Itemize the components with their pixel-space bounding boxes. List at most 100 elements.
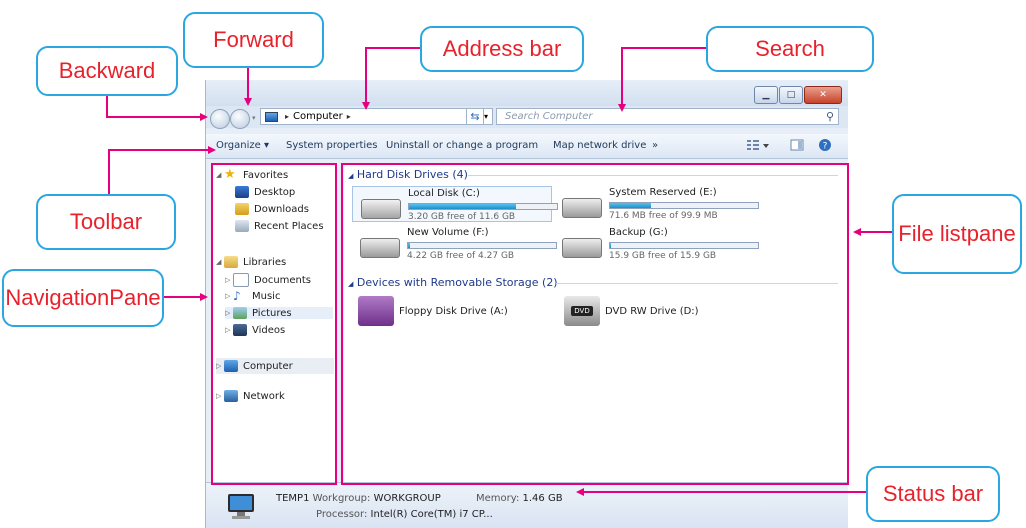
- nav-item-desktop[interactable]: Desktop: [235, 186, 295, 198]
- toolbar-arrow: [108, 146, 216, 194]
- hard-drive-icon: [562, 238, 602, 258]
- drive-usage-fill: [408, 243, 410, 248]
- minimize-icon[interactable]: ▁: [754, 86, 778, 104]
- organize-button[interactable]: Organize ▾: [216, 140, 269, 151]
- drive-usage-bar: [408, 203, 558, 210]
- toolbar: Organize ▾ System properties Uninstall o…: [206, 134, 848, 159]
- nav-item-recent-places[interactable]: Recent Places: [235, 220, 324, 232]
- nav-item-libraries[interactable]: ◢ Libraries: [216, 256, 286, 268]
- address-bar[interactable]: ▸ Computer ▸ ▾: [260, 108, 493, 125]
- navigation-pane: ◢ ★ Favorites Desktop Downloads Recent P…: [213, 164, 336, 482]
- group-header-hard-disks[interactable]: ◢ Hard Disk Drives (4): [348, 168, 468, 181]
- group-divider: [556, 283, 838, 284]
- drive-usage-bar: [609, 242, 759, 249]
- group-divider: [468, 175, 838, 176]
- nav-item-documents[interactable]: ▷ Documents: [225, 273, 311, 287]
- dvd-drive-icon: DVD: [564, 296, 600, 326]
- recent-pages-dropdown-icon[interactable]: ▾: [252, 114, 256, 122]
- forward-button[interactable]: [230, 109, 250, 129]
- downloads-icon: [235, 203, 249, 215]
- group-header-removable[interactable]: ◢ Devices with Removable Storage (2): [348, 276, 558, 289]
- callout-address-bar: Address bar: [420, 26, 584, 72]
- map-network-drive-button[interactable]: Map network drive: [553, 140, 646, 151]
- title-bar: ▁ □ ✕: [206, 80, 848, 106]
- expand-arrow-icon[interactable]: ▷: [225, 276, 233, 284]
- callout-toolbar: Toolbar: [36, 194, 176, 250]
- preview-pane-icon[interactable]: [790, 138, 804, 155]
- hard-drive-icon: [360, 238, 400, 258]
- search-input[interactable]: Search Computer ⚲: [496, 108, 839, 125]
- back-button[interactable]: [210, 109, 230, 129]
- address-row: ▾ ▸ Computer ▸ ▾ ⇆ Search Computer ⚲: [206, 106, 848, 129]
- callout-file-list-pane: File list pane: [892, 194, 1022, 274]
- libraries-icon: [224, 256, 238, 268]
- nav-item-music[interactable]: ▷ ♪ Music: [225, 290, 280, 302]
- drive-usage-bar: [407, 242, 557, 249]
- search-icon[interactable]: ⚲: [826, 110, 834, 123]
- computer-icon: [265, 111, 278, 122]
- drive-usage-bar: [609, 202, 759, 209]
- computer-icon: [224, 360, 238, 372]
- collapse-arrow-icon[interactable]: ◢: [348, 280, 353, 288]
- backward-arrow: [106, 96, 208, 121]
- videos-icon: [233, 324, 247, 336]
- drive-f[interactable]: New Volume (F:) 4.22 GB free of 4.27 GB: [352, 226, 557, 262]
- nav-item-videos[interactable]: ▷ Videos: [225, 324, 285, 336]
- status-bar: TEMP1 Workgroup: WORKGROUP Memory: 1.46 …: [206, 482, 848, 528]
- address-dropdown-icon[interactable]: ▾: [484, 112, 488, 121]
- expand-arrow-icon[interactable]: ▷: [225, 309, 233, 317]
- drive-usage-fill: [409, 204, 516, 209]
- hard-drive-icon: [562, 198, 602, 218]
- callout-navigation-pane: Navigation Pane: [2, 269, 164, 327]
- expand-arrow-icon[interactable]: ◢: [216, 258, 224, 266]
- floppy-disk-icon: [358, 296, 394, 326]
- callout-status-bar: Status bar: [866, 466, 1000, 522]
- view-options-icon[interactable]: [746, 138, 770, 155]
- expand-arrow-icon[interactable]: ▷: [225, 326, 233, 334]
- windows-drive-icon: [361, 199, 401, 219]
- expand-arrow-icon[interactable]: ◢: [216, 171, 224, 179]
- drive-usage-fill: [610, 203, 652, 208]
- expand-arrow-icon[interactable]: ▷: [216, 392, 224, 400]
- refresh-icon[interactable]: ⇆: [466, 108, 484, 125]
- music-icon: ♪: [233, 289, 241, 303]
- nav-item-pictures[interactable]: ▷ Pictures: [225, 307, 333, 319]
- close-icon[interactable]: ✕: [804, 86, 842, 104]
- floppy-drive[interactable]: Floppy Disk Drive (A:): [358, 296, 508, 326]
- uninstall-program-button[interactable]: Uninstall or change a program: [386, 140, 538, 151]
- expand-arrow-icon[interactable]: ▷: [225, 292, 233, 300]
- more-commands-button[interactable]: »: [652, 140, 658, 151]
- nav-item-network[interactable]: ▷ Network: [216, 390, 285, 402]
- nav-item-computer[interactable]: ▷ Computer: [216, 358, 334, 374]
- explorer-window: ▁ □ ✕ ▾ ▸ Computer ▸ ▾ ⇆ Search Computer…: [205, 80, 848, 528]
- callout-forward: Forward: [183, 12, 324, 68]
- dvd-drive[interactable]: DVD DVD RW Drive (D:): [564, 296, 699, 326]
- drive-e[interactable]: System Reserved (E:) 71.6 MB free of 99.…: [554, 186, 759, 222]
- help-icon[interactable]: ?: [818, 138, 832, 155]
- documents-icon: [233, 273, 249, 287]
- computer-name: TEMP1: [276, 493, 310, 504]
- nav-item-downloads[interactable]: Downloads: [235, 203, 309, 215]
- window-controls: ▁ □ ✕: [754, 86, 842, 104]
- pictures-icon: [233, 307, 247, 319]
- callout-backward: Backward: [36, 46, 178, 96]
- system-properties-button[interactable]: System properties: [286, 140, 378, 151]
- star-icon: ★: [224, 167, 236, 182]
- processor-value: Intel(R) Core(TM) i7 CP...: [370, 509, 493, 520]
- workgroup-value: WORKGROUP: [373, 493, 441, 504]
- computer-icon: [228, 494, 254, 519]
- network-icon: [224, 390, 238, 402]
- collapse-arrow-icon[interactable]: ◢: [348, 172, 353, 180]
- svg-text:?: ?: [823, 142, 828, 152]
- address-location[interactable]: Computer: [293, 111, 343, 122]
- drive-g[interactable]: Backup (G:) 15.9 GB free of 15.9 GB: [554, 226, 759, 262]
- memory-value: 1.46 GB: [522, 493, 563, 504]
- maximize-icon[interactable]: □: [779, 86, 803, 104]
- recent-places-icon: [235, 220, 249, 232]
- desktop-icon: [235, 186, 249, 198]
- file-list-pane: ◢ Hard Disk Drives (4) Local Disk (C:) 3…: [344, 164, 848, 482]
- expand-arrow-icon[interactable]: ▷: [216, 362, 224, 370]
- drive-c[interactable]: Local Disk (C:) 3.20 GB free of 11.6 GB: [352, 186, 558, 222]
- nav-item-favorites[interactable]: ◢ ★ Favorites: [216, 167, 288, 182]
- callout-search: Search: [706, 26, 874, 72]
